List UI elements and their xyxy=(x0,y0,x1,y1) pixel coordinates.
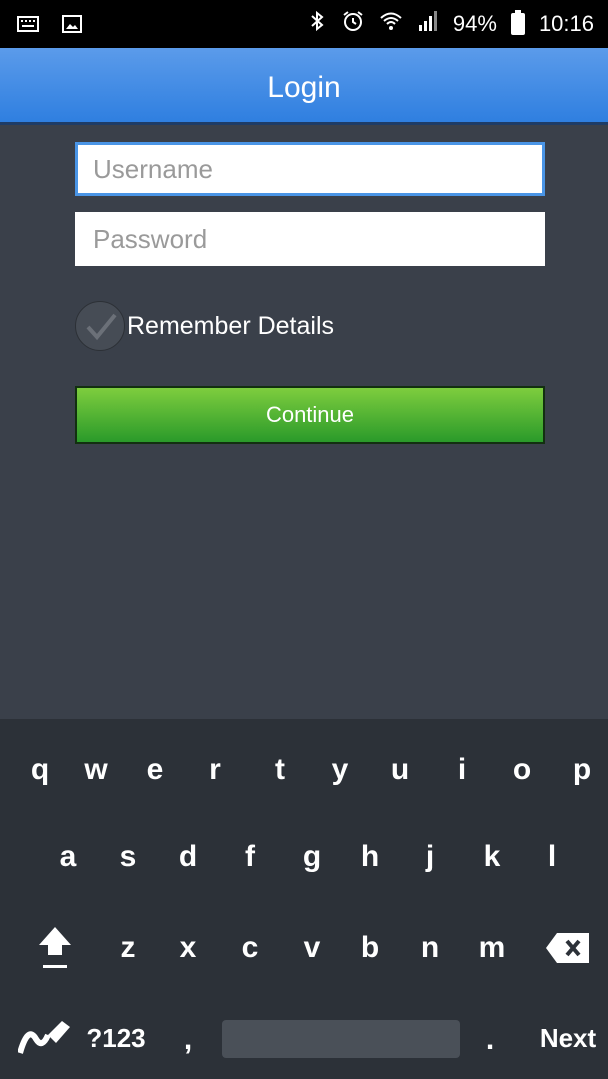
username-field[interactable] xyxy=(75,142,545,196)
key-y[interactable]: y xyxy=(320,753,360,787)
backspace-key[interactable] xyxy=(544,931,592,971)
header: Login xyxy=(0,48,608,125)
space-key[interactable] xyxy=(222,1020,460,1058)
key-k[interactable]: k xyxy=(472,840,512,874)
key-s[interactable]: s xyxy=(108,840,148,874)
key-o[interactable]: o xyxy=(502,753,542,787)
remember-details-row[interactable]: Remember Details xyxy=(75,300,334,352)
key-h[interactable]: h xyxy=(350,840,390,874)
comma-key[interactable]: , xyxy=(170,1023,206,1057)
remember-checkbox[interactable] xyxy=(75,301,125,351)
key-p[interactable]: p xyxy=(562,753,602,787)
keyboard: q w e r t y u i o p a s d f g h j k l z … xyxy=(0,719,608,1079)
key-v[interactable]: v xyxy=(292,931,332,965)
key-u[interactable]: u xyxy=(380,753,420,787)
symbols-key[interactable]: ?123 xyxy=(76,1023,156,1054)
key-g[interactable]: g xyxy=(292,840,332,874)
battery-percent: 94% xyxy=(452,11,497,36)
key-m[interactable]: m xyxy=(470,931,514,965)
backspace-icon xyxy=(546,933,589,963)
key-f[interactable]: f xyxy=(230,840,270,874)
image-icon xyxy=(60,12,84,42)
key-z[interactable]: z xyxy=(108,931,148,965)
alarm-icon xyxy=(341,9,365,39)
key-e[interactable]: e xyxy=(135,753,175,787)
battery-icon xyxy=(510,10,525,35)
checkmark-icon xyxy=(86,313,117,341)
key-x[interactable]: x xyxy=(168,931,208,965)
keyboard-icon xyxy=(16,12,40,42)
page-title: Login xyxy=(267,71,341,104)
key-b[interactable]: b xyxy=(350,931,390,965)
key-n[interactable]: n xyxy=(410,931,450,965)
clock: 10:16 xyxy=(538,11,594,36)
next-key[interactable]: Next xyxy=(532,1023,604,1054)
shift-key[interactable] xyxy=(32,923,78,973)
key-a[interactable]: a xyxy=(48,840,88,874)
username-input[interactable] xyxy=(93,144,543,195)
bluetooth-icon xyxy=(309,9,327,39)
key-l[interactable]: l xyxy=(532,840,572,874)
key-q[interactable]: q xyxy=(20,753,60,787)
password-input[interactable] xyxy=(93,214,543,265)
shift-arrow-icon xyxy=(39,927,71,968)
key-t[interactable]: t xyxy=(260,753,300,787)
key-j[interactable]: j xyxy=(410,840,450,874)
key-i[interactable]: i xyxy=(442,753,482,787)
continue-button[interactable]: Continue xyxy=(75,386,545,444)
key-d[interactable]: d xyxy=(168,840,208,874)
period-key[interactable]: . xyxy=(470,1023,510,1057)
signal-icon xyxy=(417,9,439,39)
key-c[interactable]: c xyxy=(230,931,270,965)
key-w[interactable]: w xyxy=(76,753,116,787)
wifi-icon xyxy=(379,9,403,39)
status-bar: 94% 10:16 xyxy=(0,0,608,48)
remember-label: Remember Details xyxy=(127,311,335,340)
password-field[interactable] xyxy=(75,212,545,266)
key-r[interactable]: r xyxy=(195,753,235,787)
handwriting-icon xyxy=(17,1021,70,1054)
handwriting-key[interactable] xyxy=(17,1017,72,1061)
